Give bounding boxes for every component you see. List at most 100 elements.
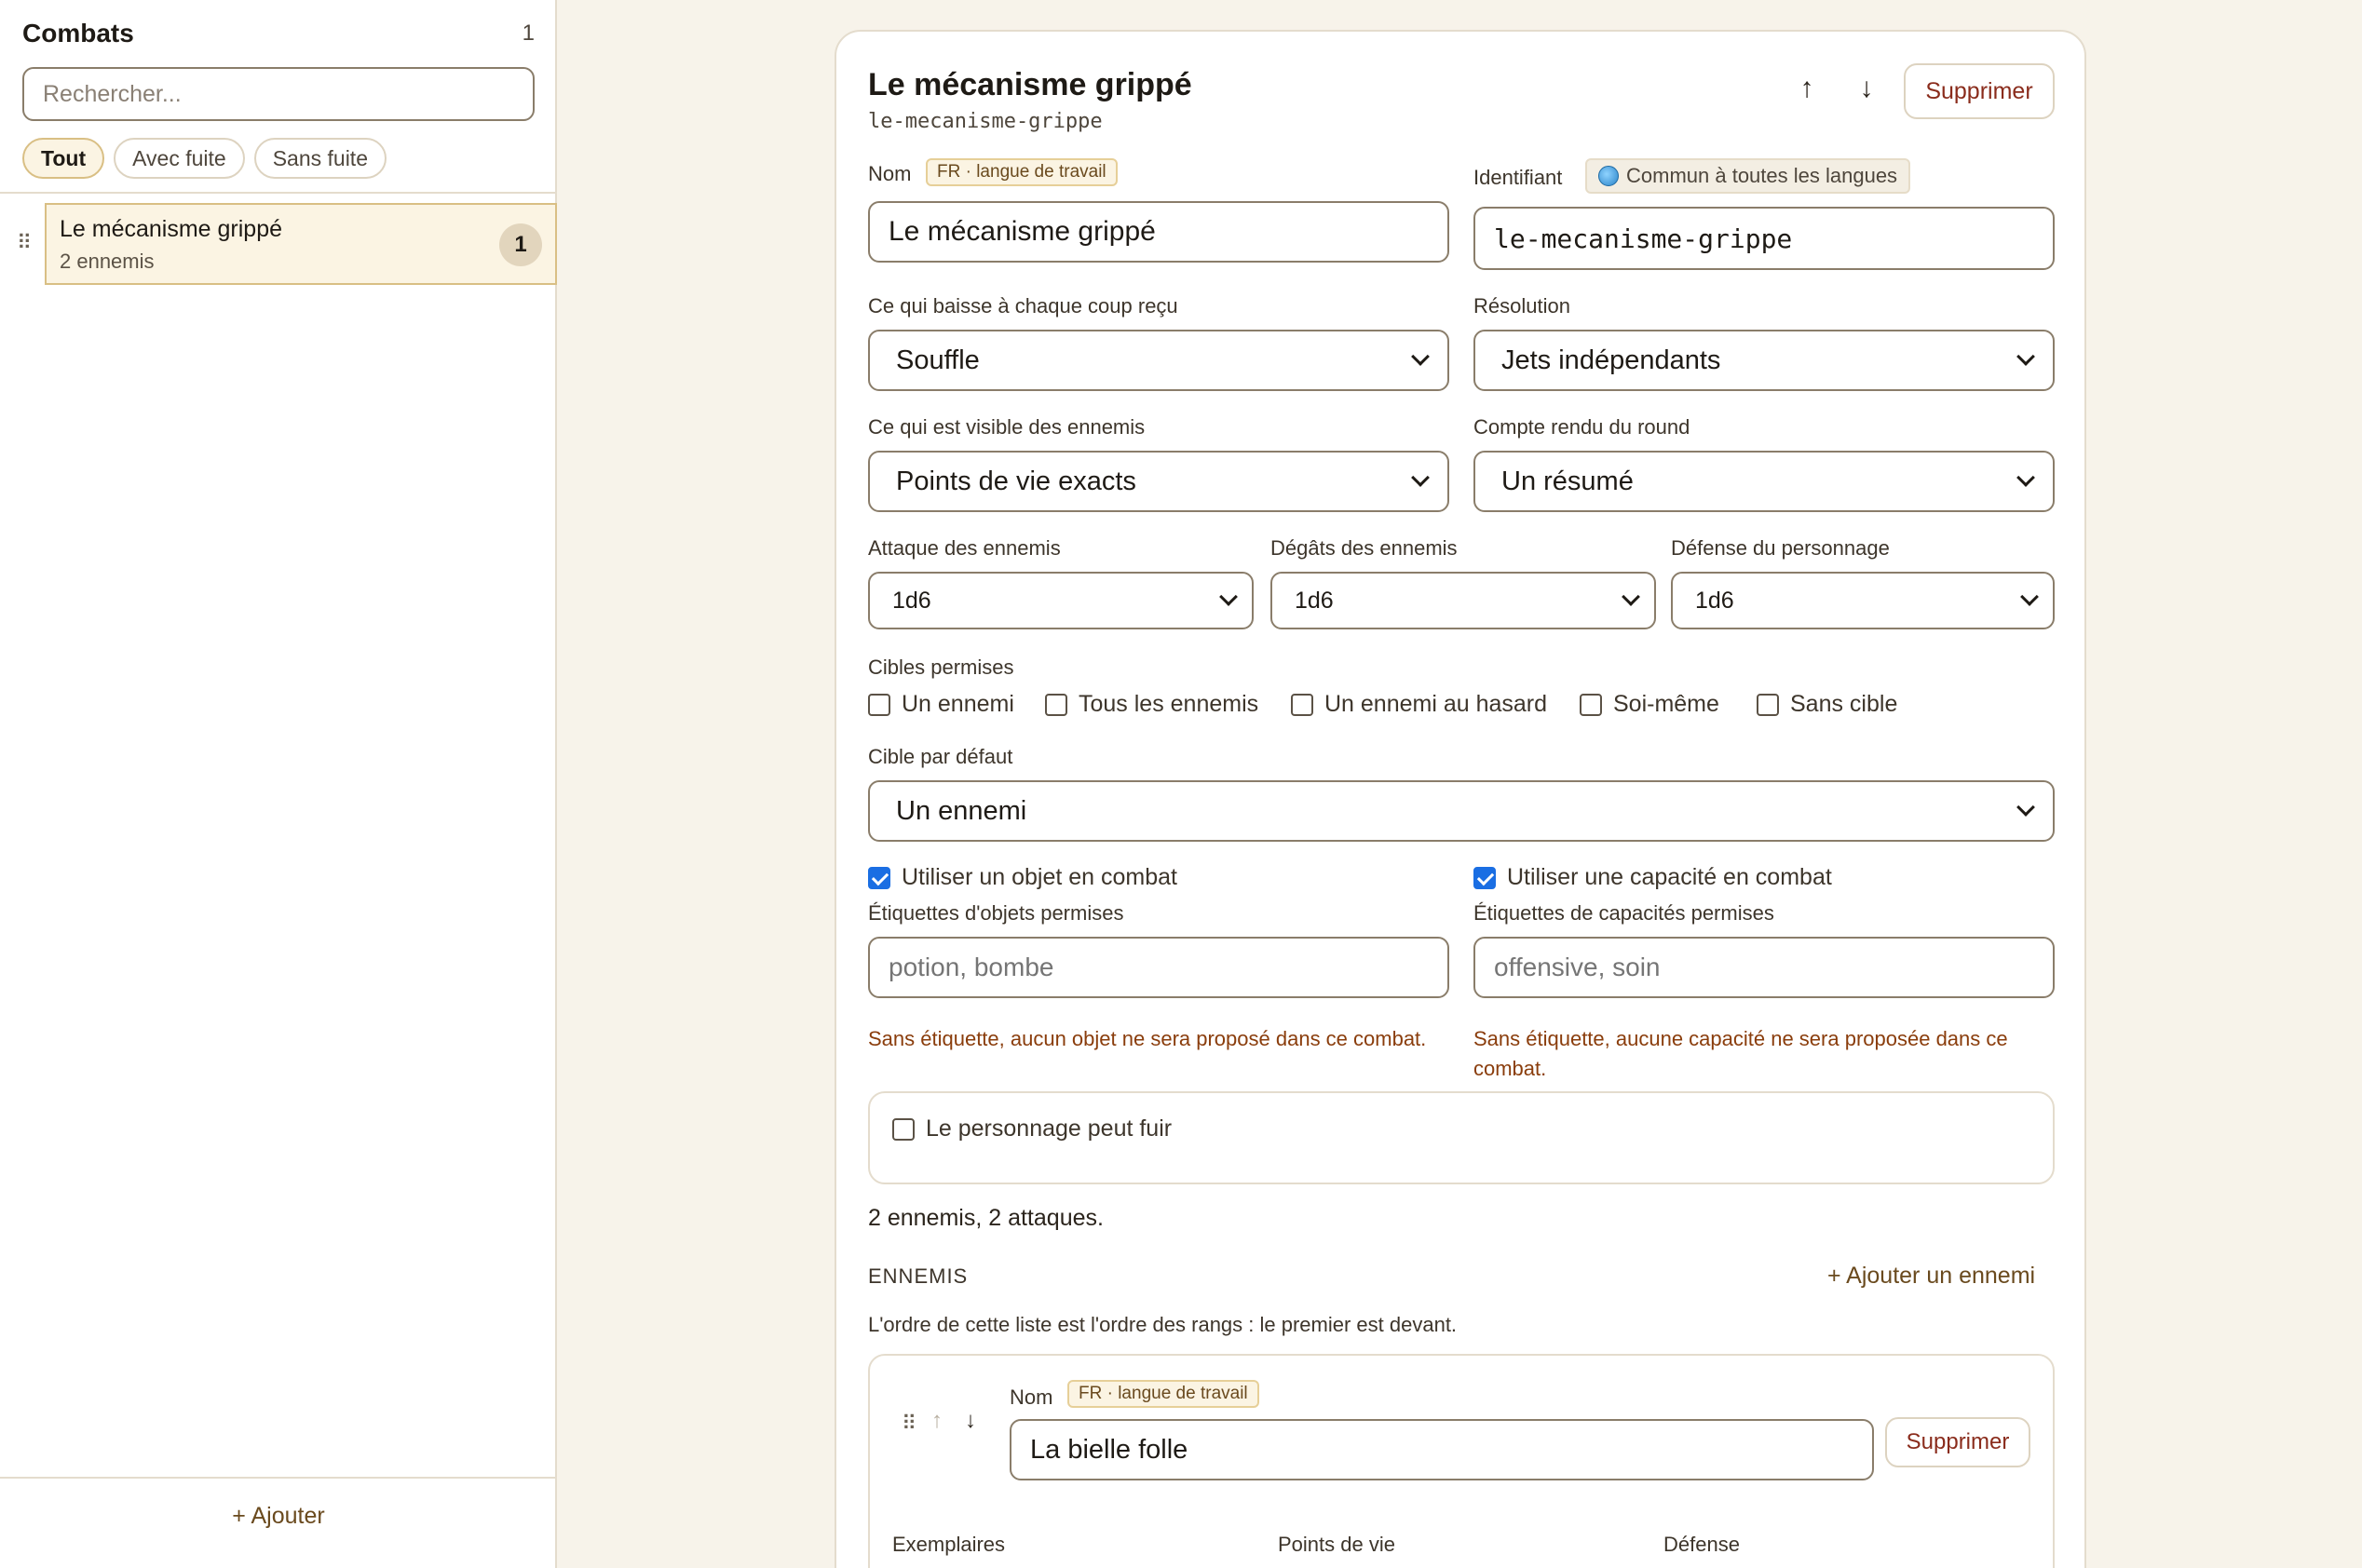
list-item-subtitle: 2 ennemis <box>60 250 155 273</box>
globe-icon <box>1598 166 1619 186</box>
default-target-select[interactable]: Un ennemi <box>868 780 2055 842</box>
checkbox[interactable] <box>892 1117 915 1141</box>
enemy-damage-select[interactable]: 1d6 <box>1270 572 1656 629</box>
enemy-attack-label: Attaque des ennemis <box>868 536 1061 560</box>
visibility-select-value: Points de vie exacts <box>896 466 1136 496</box>
page-slug: le-mecanisme-grippe <box>868 110 1103 133</box>
checkbox-label: Un ennemi <box>902 691 1014 717</box>
add-combat-button[interactable]: + Ajouter <box>0 1503 557 1530</box>
sidebar-header: Combats 1 <box>22 17 535 50</box>
search-input[interactable] <box>22 67 535 121</box>
drag-handle-icon[interactable]: ⠿ <box>17 231 32 255</box>
page-title: Le mécanisme grippé <box>868 67 1192 102</box>
name-label: Nom <box>868 162 912 185</box>
targets-label: Cibles permises <box>868 656 1014 679</box>
chevron-down-icon <box>2020 588 2039 606</box>
item-tags-label: Étiquettes d'objets permises <box>868 901 1124 925</box>
delete-button[interactable]: Supprimer <box>1904 63 2055 119</box>
checkbox-checked[interactable] <box>868 866 890 889</box>
checkbox-label: Tous les ennemis <box>1079 691 1259 717</box>
checkbox-label: Sans cible <box>1790 691 1898 717</box>
sidebar-count: 1 <box>522 20 535 46</box>
skill-tags-label: Étiquettes de capacités permises <box>1473 901 1774 925</box>
copies-label: Exemplaires <box>892 1533 1006 1556</box>
combat-summary: 2 ennemis, 2 attaques. <box>868 1205 1104 1231</box>
target-self[interactable]: Soi-même <box>1580 691 1719 718</box>
report-select-value: Un résumé <box>1501 466 1634 496</box>
move-up-icon[interactable]: ↑ <box>1788 73 1826 104</box>
divider <box>0 192 555 194</box>
resource-select[interactable]: Souffle <box>868 330 1449 391</box>
item-tags-input[interactable] <box>868 937 1449 998</box>
common-languages-label: Commun à toutes les langues <box>1626 164 1898 187</box>
resolution-select[interactable]: Jets indépendants <box>1473 330 2055 391</box>
chevron-down-icon <box>1219 588 1238 606</box>
enemy-name-label: Nom <box>1010 1386 1053 1409</box>
checkbox[interactable] <box>1757 693 1779 716</box>
resolution-label: Résolution <box>1473 294 1570 318</box>
character-defense-value: 1d6 <box>1695 587 1734 614</box>
enemy-card: ⠿ ↑ ↓ Nom FR · langue de travail La biel… <box>868 1354 2055 1568</box>
item-tags-warning: Sans étiquette, aucun objet ne sera prop… <box>868 1027 1427 1050</box>
report-label: Compte rendu du round <box>1473 415 1690 439</box>
use-skill-toggle[interactable]: Utiliser une capacité en combat <box>1473 864 1832 891</box>
character-defense-select[interactable]: 1d6 <box>1671 572 2055 629</box>
drag-handle-icon[interactable]: ⠿ <box>902 1412 916 1436</box>
list-item[interactable]: Le mécanisme grippé 2 ennemis 1 <box>45 203 557 285</box>
report-select[interactable]: Un résumé <box>1473 451 2055 512</box>
resource-select-value: Souffle <box>896 345 980 375</box>
enemy-name-input[interactable]: La bielle folle <box>1010 1419 1874 1480</box>
combat-editor-card: Le mécanisme grippé le-mecanisme-grippe … <box>835 30 2086 1568</box>
resolution-select-value: Jets indépendants <box>1501 345 1721 375</box>
common-languages-tag: Commun à toutes les langues <box>1585 158 1911 194</box>
chevron-down-icon <box>1411 468 1430 487</box>
checkbox[interactable] <box>1045 693 1067 716</box>
enemy-attack-select[interactable]: 1d6 <box>868 572 1254 629</box>
chevron-down-icon <box>1622 588 1640 606</box>
checkbox-label: Un ennemi au hasard <box>1324 691 1548 717</box>
chevron-down-icon <box>1411 347 1430 366</box>
hit-points-label: Points de vie <box>1278 1533 1395 1556</box>
checkbox[interactable] <box>1291 693 1313 716</box>
flee-toggle[interactable]: Le personnage peut fuir <box>892 1115 1172 1142</box>
language-tag: FR · langue de travail <box>1067 1380 1259 1408</box>
add-enemy-button[interactable]: + Ajouter un ennemi <box>1827 1263 2035 1290</box>
checkbox[interactable] <box>868 693 890 716</box>
list-item-name: Le mécanisme grippé <box>60 216 283 242</box>
checkbox[interactable] <box>1580 693 1602 716</box>
checkbox-label: Utiliser une capacité en combat <box>1507 864 1832 890</box>
visibility-select[interactable]: Points de vie exacts <box>868 451 1449 512</box>
divider <box>0 1477 555 1479</box>
filter-without-flee[interactable]: Sans fuite <box>253 138 387 179</box>
checkbox-checked[interactable] <box>1473 866 1496 889</box>
target-none[interactable]: Sans cible <box>1757 691 1897 718</box>
move-up-icon[interactable]: ↑ <box>931 1408 943 1434</box>
count-badge: 1 <box>499 223 542 266</box>
enemy-damage-value: 1d6 <box>1295 587 1334 614</box>
character-defense-label: Défense du personnage <box>1671 536 1890 560</box>
chevron-down-icon <box>2016 347 2035 366</box>
move-down-icon[interactable]: ↓ <box>1848 73 1885 104</box>
name-input[interactable]: Le mécanisme grippé <box>868 201 1449 263</box>
defense-label: Défense <box>1663 1533 1740 1556</box>
chevron-down-icon <box>2016 468 2035 487</box>
identifier-label: Identifiant <box>1473 166 1563 189</box>
delete-enemy-button[interactable]: Supprimer <box>1885 1417 2030 1467</box>
target-all-enemies[interactable]: Tous les ennemis <box>1045 691 1258 718</box>
filter-all[interactable]: Tout <box>22 138 105 179</box>
target-random-enemy[interactable]: Un ennemi au hasard <box>1291 691 1547 718</box>
default-target-value: Un ennemi <box>896 795 1027 826</box>
skill-tags-input[interactable] <box>1473 937 2055 998</box>
identifier-input[interactable]: le-mecanisme-grippe <box>1473 207 2055 270</box>
filter-with-flee[interactable]: Avec fuite <box>114 138 245 179</box>
use-item-toggle[interactable]: Utiliser un objet en combat <box>868 864 1177 891</box>
skill-tags-warning: Sans étiquette, aucune capacité ne sera … <box>1473 1027 2008 1080</box>
move-down-icon[interactable]: ↓ <box>965 1408 976 1434</box>
resource-label: Ce qui baisse à chaque coup reçu <box>868 294 1178 318</box>
filter-chips: Tout Avec fuite Sans fuite <box>22 138 387 179</box>
language-tag: FR · langue de travail <box>926 158 1118 186</box>
target-one-enemy[interactable]: Un ennemi <box>868 691 1014 718</box>
sidebar-title: Combats <box>22 19 134 47</box>
checkbox-label: Le personnage peut fuir <box>926 1115 1173 1142</box>
enemies-order-note: L'ordre de cette liste est l'ordre des r… <box>868 1313 1458 1336</box>
